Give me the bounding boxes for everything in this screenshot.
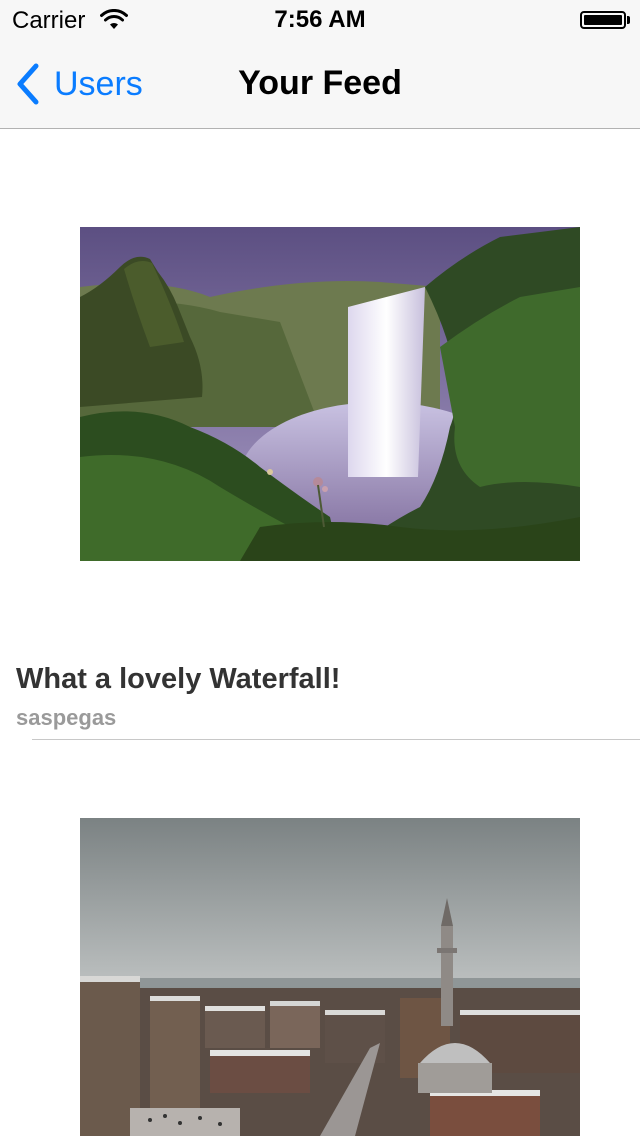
status-time: 7:56 AM	[274, 6, 366, 33]
city-photo	[80, 818, 580, 1136]
post-image-waterfall[interactable]	[80, 227, 580, 561]
status-bar: Carrier 7:56 AM	[0, 0, 640, 40]
battery-nub	[627, 16, 630, 24]
battery-full-icon	[580, 11, 626, 29]
waterfall-photo	[80, 227, 580, 561]
post-username: saspegas	[16, 705, 117, 730]
navigation-bar: Users Your Feed	[0, 40, 640, 129]
post-title: What a lovely Waterfall!	[16, 663, 341, 695]
row-separator	[32, 739, 640, 740]
page-title: Your Feed	[238, 64, 402, 102]
post-image-city[interactable]	[80, 818, 580, 1136]
